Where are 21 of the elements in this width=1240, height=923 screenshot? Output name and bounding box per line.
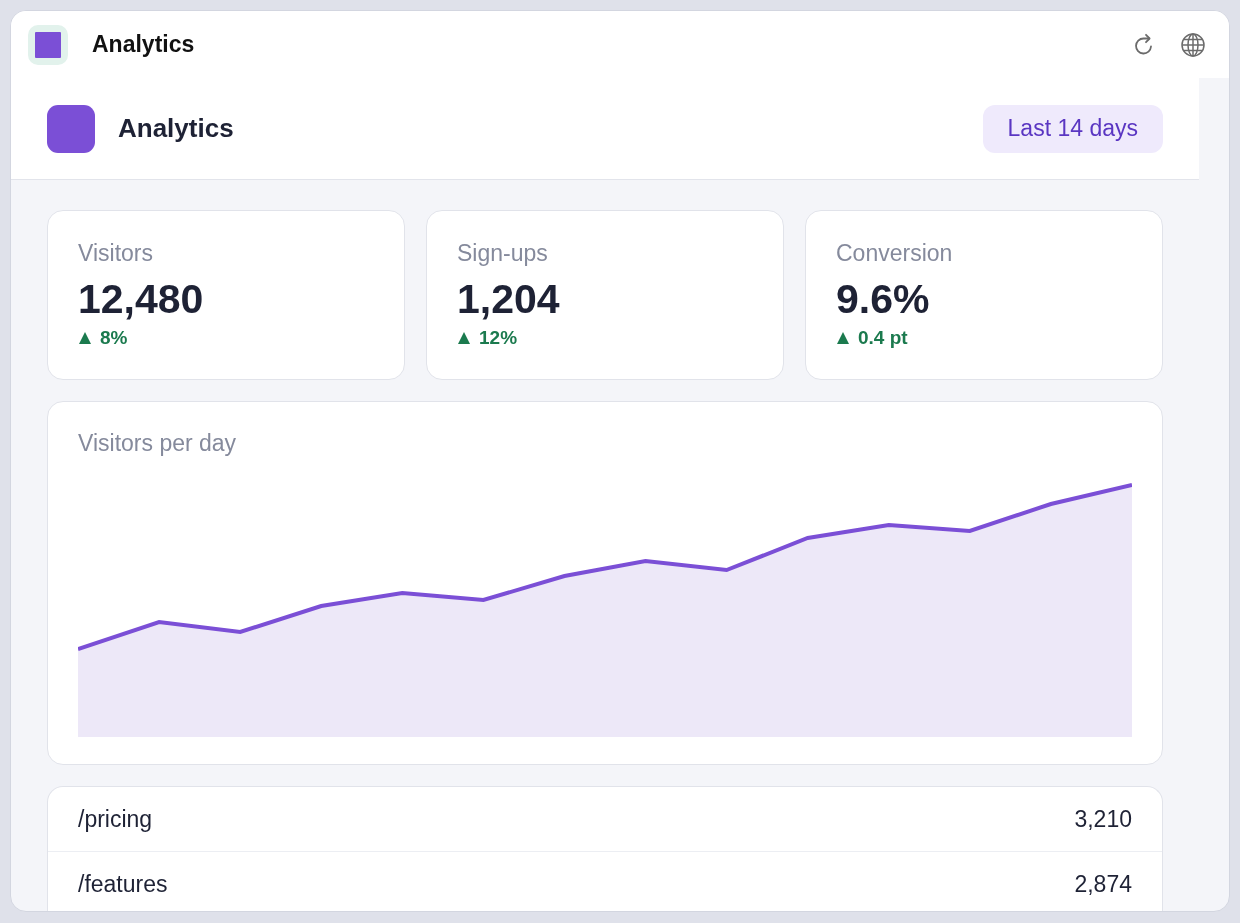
stat-label: Sign-ups (457, 240, 548, 266)
page-path-cell: /pricing (78, 805, 153, 833)
app-logo-icon (47, 104, 95, 153)
visit-count-cell: 2,874 (1074, 870, 1132, 898)
visit-count-cell: 3,210 (1074, 805, 1132, 833)
globe-button[interactable] (1181, 32, 1205, 57)
page-path-cell: /features (78, 870, 168, 898)
chart-title: Visitors per day (78, 430, 237, 456)
globe-icon (1181, 32, 1205, 57)
stat-value: 12,480 (78, 276, 204, 322)
app-icon (28, 24, 68, 65)
app-title: Analytics (118, 113, 234, 144)
stat-label: Conversion (836, 240, 953, 266)
stat-change: 12% (479, 326, 518, 350)
stat-change: 0.4 pt (858, 326, 908, 350)
stat-value: 9.6% (836, 276, 930, 322)
window-title: Analytics (92, 31, 195, 58)
date-range-button[interactable]: Last 14 days (982, 104, 1163, 153)
stat-value: 1,204 (457, 276, 560, 322)
stat-label: Visitors (78, 240, 153, 266)
stat-change: 8% (100, 326, 128, 350)
